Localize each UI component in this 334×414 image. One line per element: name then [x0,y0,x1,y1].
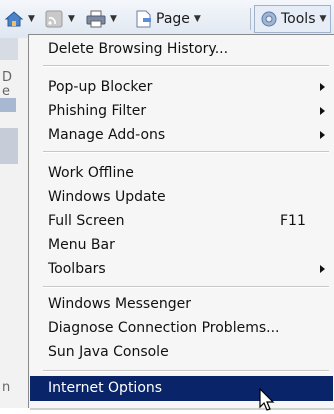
submenu-arrow-icon [320,107,325,115]
menu-item-label: Internet Options [48,380,163,396]
menu-item-windows-messenger[interactable]: Windows Messenger [30,292,333,316]
home-button[interactable]: ▼ [4,7,35,31]
feeds-button[interactable]: ▼ [44,7,75,31]
printer-icon [86,10,106,28]
menu-item-windows-update[interactable]: Windows Update [30,185,333,209]
chevron-down-icon: ▼ [193,14,201,24]
chevron-down-icon[interactable]: ▼ [68,14,75,24]
print-button[interactable]: ▼ [86,7,117,31]
background-text: e [2,84,10,99]
chevron-down-icon[interactable]: ▼ [28,14,35,24]
menu-item-label: Windows Messenger [48,296,191,312]
menu-item-toolbars[interactable]: Toolbars [30,257,333,281]
page-menu-button[interactable]: Page ▼ [134,7,201,31]
menu-item-popup-blocker[interactable]: Pop-up Blocker [30,75,333,99]
tools-dropdown-menu: Delete Browsing History... Pop-up Blocke… [28,34,334,408]
background-text: n [2,380,11,395]
menu-separator [43,151,329,153]
menu-separator [43,370,329,372]
menu-item-label: Pop-up Blocker [48,79,153,95]
gear-icon [261,11,277,27]
menu-item-label: Sun Java Console [48,344,169,360]
page-icon [136,10,151,28]
menu-item-label: Work Offline [48,165,134,181]
menu-separator [43,286,329,288]
submenu-arrow-icon [320,83,325,91]
menu-item-label: Full Screen [48,213,125,229]
chevron-down-icon: ▼ [319,14,327,24]
menu-item-label: Phishing Filter [48,103,147,119]
background-text: D [2,70,13,85]
menu-item-label: Delete Browsing History... [48,41,229,57]
page-menu-label: Page [156,11,190,27]
toolbar-divider [250,8,251,30]
submenu-arrow-icon [320,131,325,139]
menu-item-sun-java-console[interactable]: Sun Java Console [30,340,333,364]
menu-item-label: Toolbars [48,261,106,277]
rss-feed-icon [45,10,63,28]
home-icon [4,11,24,27]
menu-item-shortcut: F11 [280,213,306,229]
tools-menu-button[interactable]: Tools ▼ [254,5,332,33]
menu-item-delete-browsing-history[interactable]: Delete Browsing History... [30,37,333,61]
menu-item-label: Manage Add-ons [48,127,166,143]
page-background-strip: D e n [0,38,28,408]
menu-item-work-offline[interactable]: Work Offline [30,161,333,185]
menu-item-label: Diagnose Connection Problems... [48,320,280,336]
menu-item-manage-add-ons[interactable]: Manage Add-ons [30,123,333,147]
menu-item-diagnose-connection-problems[interactable]: Diagnose Connection Problems... [30,316,333,340]
chevron-down-icon[interactable]: ▼ [110,14,117,24]
menu-item-label: Windows Update [48,189,166,205]
menu-item-internet-options[interactable]: Internet Options [30,376,333,401]
menu-item-full-screen[interactable]: Full Screen F11 [30,209,333,233]
menu-separator [43,65,329,67]
tools-menu-label: Tools [281,11,316,27]
menu-item-label: Menu Bar [48,237,115,253]
mouse-pointer-icon [259,388,275,411]
submenu-arrow-icon [320,265,325,273]
menu-item-menu-bar[interactable]: Menu Bar [30,233,333,257]
menu-item-phishing-filter[interactable]: Phishing Filter [30,99,333,123]
